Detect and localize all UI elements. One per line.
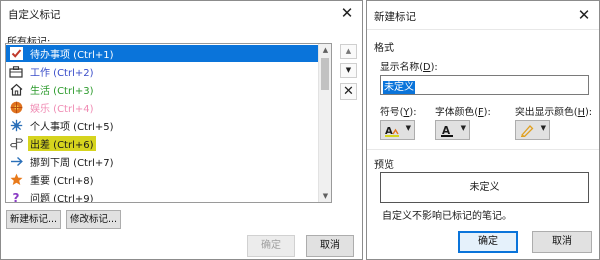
list-item-label: 重要 (Ctrl+8)	[30, 176, 94, 187]
customize-tags-dialog: 自定义标记 ✕ 所有标记: 待办事项 (Ctrl+1) 工作 (Ctrl+2) …	[0, 0, 363, 260]
dialog-title: 新建标记	[374, 11, 416, 23]
highlighter-icon	[520, 124, 534, 138]
font-color-icon: A	[440, 124, 454, 137]
chevron-down-icon: ▼	[460, 124, 466, 132]
list-item-work[interactable]: 工作 (Ctrl+2)	[6, 63, 319, 80]
list-item-label: 生活 (Ctrl+3)	[30, 86, 94, 97]
list-item-life[interactable]: 生活 (Ctrl+3)	[6, 81, 319, 98]
star-icon	[9, 173, 23, 187]
list-item-label: 问题 (Ctrl+9)	[30, 194, 94, 203]
close-icon[interactable]: ✕	[338, 3, 356, 23]
display-name-value: 未定义	[383, 81, 415, 94]
preview-section-label: 预览	[374, 160, 394, 171]
list-item-label: 工作 (Ctrl+2)	[30, 68, 94, 79]
ok-button[interactable]: 确定	[458, 231, 518, 253]
triangle-up-icon: ▲	[345, 47, 352, 55]
list-item-label: 娱乐 (Ctrl+4)	[30, 104, 94, 115]
symbol-label: 符号(Y):	[380, 107, 417, 118]
symbol-dropdown[interactable]: A ▼	[380, 120, 415, 140]
person-icon	[9, 119, 23, 133]
display-name-label: 显示名称(D):	[380, 62, 438, 73]
scroll-thumb[interactable]	[321, 58, 329, 90]
list-scrollbar[interactable]: ▲ ▼	[318, 44, 331, 202]
symbol-icon: A	[385, 124, 399, 137]
question-icon: ?	[12, 190, 20, 203]
highlight-color-label: 突出显示颜色(H):	[515, 107, 593, 118]
move-down-button[interactable]: ▼	[340, 63, 357, 78]
list-item-important[interactable]: 重要 (Ctrl+8)	[6, 171, 319, 188]
ok-button[interactable]: 确定	[247, 235, 295, 257]
close-icon[interactable]: ✕	[575, 5, 593, 25]
display-name-input[interactable]: 未定义	[380, 75, 589, 95]
cancel-button[interactable]: 取消	[532, 231, 592, 253]
puzzle-icon	[9, 101, 23, 115]
new-tag-dialog: 新建标记 ✕ 格式 显示名称(D): 未定义 符号(Y): 字体颜色(F): 突…	[366, 0, 600, 260]
cancel-button[interactable]: 取消	[306, 235, 354, 257]
font-color-dropdown[interactable]: A ▼	[435, 120, 470, 140]
font-color-label: 字体颜色(F):	[435, 107, 491, 118]
list-item-label: 个人事项 (Ctrl+5)	[30, 122, 114, 133]
direction-sign-icon	[9, 137, 23, 151]
list-item-label: 待办事项 (Ctrl+1)	[30, 50, 114, 61]
list-item-label: 挪到下周 (Ctrl+7)	[30, 158, 114, 169]
briefcase-icon	[9, 65, 23, 79]
title-bar: 自定义标记 ✕	[1, 1, 362, 27]
list-item-move-next-week[interactable]: 挪到下周 (Ctrl+7)	[6, 153, 319, 170]
dialog-title: 自定义标记	[8, 9, 61, 21]
home-icon	[9, 83, 23, 97]
modify-tag-button[interactable]: 修改标记...	[66, 210, 121, 229]
divider	[367, 149, 599, 150]
checkbox-icon	[9, 47, 23, 61]
move-up-button[interactable]: ▲	[340, 44, 357, 59]
format-section-label: 格式	[374, 43, 394, 54]
chevron-down-icon: ▼	[540, 124, 546, 132]
new-tag-button[interactable]: 新建标记...	[6, 210, 61, 229]
note-text: 自定义不影响已标记的笔记。	[382, 211, 512, 222]
scroll-up-icon[interactable]: ▲	[319, 44, 331, 56]
delete-x-icon: ✕	[343, 84, 354, 99]
list-item-question[interactable]: ? 问题 (Ctrl+9)	[6, 189, 319, 203]
tags-listbox[interactable]: 待办事项 (Ctrl+1) 工作 (Ctrl+2) 生活 (Ctrl+3) 娱乐…	[5, 43, 332, 203]
triangle-down-icon: ▼	[345, 66, 352, 74]
divider	[367, 29, 599, 30]
chevron-down-icon: ▼	[405, 124, 411, 132]
arrow-right-icon	[9, 155, 23, 169]
highlight-color-dropdown[interactable]: ▼	[515, 120, 550, 140]
list-item-todo[interactable]: 待办事项 (Ctrl+1)	[6, 45, 319, 62]
list-item-personal[interactable]: 个人事项 (Ctrl+5)	[6, 117, 319, 134]
list-item-business-trip[interactable]: 出差 (Ctrl+6)	[6, 135, 319, 152]
title-bar: 新建标记 ✕	[367, 1, 599, 27]
preview-box: 未定义	[380, 172, 589, 203]
scroll-down-icon[interactable]: ▼	[319, 190, 331, 202]
list-item-label: 出差 (Ctrl+6)	[28, 136, 96, 151]
delete-button[interactable]: ✕	[340, 83, 357, 100]
list-item-entertainment[interactable]: 娱乐 (Ctrl+4)	[6, 99, 319, 116]
